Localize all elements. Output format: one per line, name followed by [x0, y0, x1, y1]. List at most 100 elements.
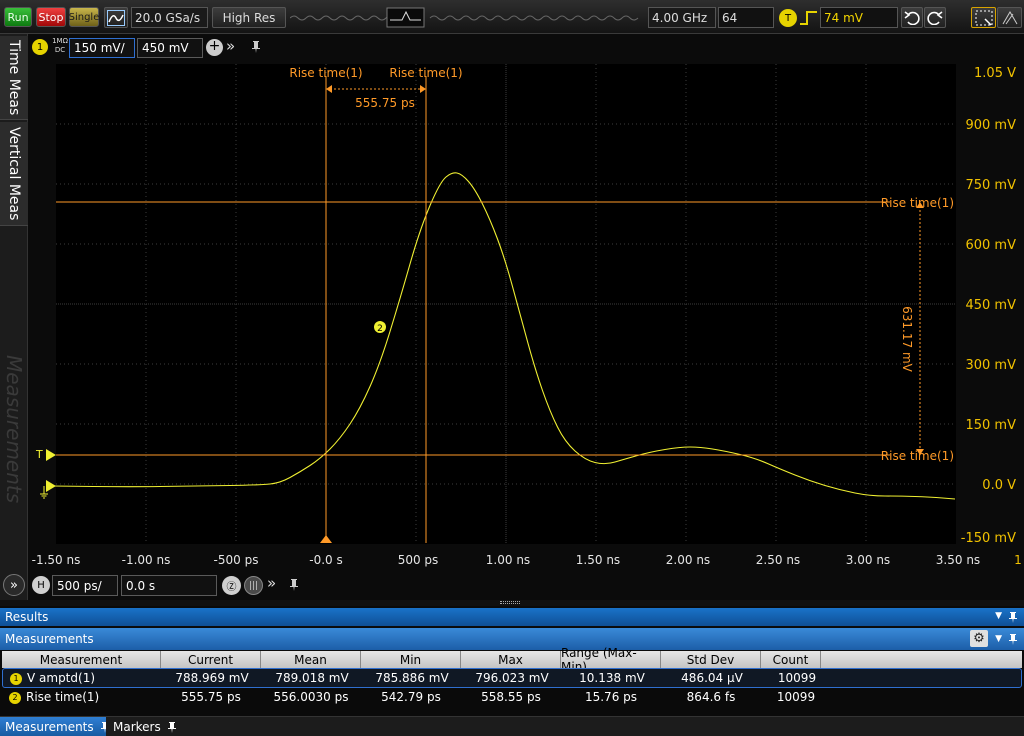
column-header-range[interactable]: Range (Max-Min) — [561, 646, 661, 674]
measurements-table: Measurement Current Mean Min Max Range (… — [0, 646, 1024, 716]
volt-delta-label: 631.17 mV — [900, 306, 914, 372]
time-scale-field[interactable]: 500 ps/ — [52, 575, 118, 596]
horizontal-badge[interactable]: H — [32, 576, 50, 594]
splitter-grip-icon — [500, 601, 520, 604]
double-chevron-right-icon: » — [267, 574, 277, 592]
autoscale-button[interactable] — [104, 7, 128, 28]
averages-field[interactable]: 64 — [718, 7, 774, 28]
expand-side-panel-button[interactable]: » — [3, 574, 25, 596]
run-button[interactable]: Run — [4, 7, 32, 27]
pin-icon[interactable] — [1008, 633, 1018, 645]
zoom-box-button[interactable] — [971, 7, 996, 28]
cell-std-dev: 864.6 fs — [686, 690, 736, 704]
trigger-badge[interactable]: T — [779, 9, 797, 27]
waveform-icon — [107, 9, 125, 26]
y-tick-label: 750 mV — [965, 178, 1016, 193]
cell-min: 785.886 mV — [375, 671, 449, 685]
pin-icon[interactable] — [167, 721, 177, 733]
x-tick-label: -1.50 ns — [32, 553, 81, 567]
cell-count: 10099 — [776, 690, 816, 704]
trigger-position-marker-icon[interactable] — [320, 535, 332, 543]
rising-edge-icon[interactable] — [799, 9, 819, 27]
bandwidth-field[interactable]: 4.00 GHz — [648, 7, 716, 28]
trigger-level-field[interactable]: 74 mV — [820, 7, 898, 28]
cell-min: 542.79 ps — [381, 690, 441, 704]
column-header-count[interactable]: Count — [761, 651, 821, 668]
graticule-grid — [56, 64, 956, 544]
segments-button[interactable]: ||| — [244, 576, 263, 595]
channel-1-trace — [51, 172, 956, 500]
overview-wave-icon — [289, 7, 639, 28]
redo-button[interactable] — [924, 7, 946, 28]
y-tick-label: -150 mV — [961, 531, 1016, 546]
tab-markers[interactable]: Markers — [108, 717, 178, 736]
column-header-current[interactable]: Current — [161, 651, 261, 668]
cell-current: 555.75 ps — [181, 690, 241, 704]
x-axis-ticks: -1.50 ns -1.00 ns -500 ps -0.0 s 500 ps … — [32, 553, 1022, 567]
pin-icon[interactable] — [288, 578, 300, 592]
x-tick-label: 1.50 ns — [576, 553, 620, 567]
cell-std-dev: 486.04 µV — [681, 671, 743, 685]
cell-range: 10.138 mV — [579, 671, 645, 685]
time-position-field[interactable]: 0.0 s — [121, 575, 217, 596]
chevron-down-icon[interactable]: ▼ — [995, 611, 1002, 621]
zoom-button[interactable]: Ⓩ — [222, 576, 241, 595]
y-tick-label: 1.05 V — [974, 66, 1016, 81]
results-header: Results ▼ — [0, 608, 1024, 626]
column-header-min[interactable]: Min — [361, 651, 461, 668]
redo-icon — [927, 10, 943, 25]
table-row[interactable]: 2 Rise time(1) 555.75 ps 556.0030 ps 542… — [2, 688, 1022, 708]
pin-icon[interactable] — [100, 721, 106, 733]
waveform-graticule[interactable]: 1.05 V 900 mV 750 mV 600 mV 450 mV 300 m… — [0, 34, 1024, 572]
y-axis-ticks: 1.05 V 900 mV 750 mV 600 mV 450 mV 300 m… — [961, 66, 1016, 546]
measurements-header: Measurements ⚙ ▼ — [0, 628, 1024, 650]
horizontal-expand-button[interactable]: » — [267, 574, 276, 592]
x-tick-label: 2.00 ns — [666, 553, 710, 567]
undo-icon — [904, 10, 920, 25]
trigger-level-arrow-icon[interactable] — [46, 449, 56, 461]
autoscale-view-button[interactable] — [997, 7, 1022, 28]
segments-icon: ||| — [248, 580, 259, 591]
cell-range: 15.76 ps — [584, 690, 638, 704]
chevron-down-icon[interactable]: ▼ — [995, 634, 1002, 644]
undo-button[interactable] — [901, 7, 923, 28]
cell-max: 558.55 ps — [481, 690, 541, 704]
x-tick-label: 3.00 ns — [846, 553, 890, 567]
sample-rate-field[interactable]: 20.0 GSa/s — [131, 7, 208, 28]
stop-button[interactable]: Stop — [36, 7, 66, 27]
measurements-title: Measurements — [5, 632, 94, 646]
cell-measurement: Rise time(1) — [26, 690, 100, 704]
cell-mean: 556.0030 ps — [273, 690, 349, 704]
column-header-std-dev[interactable]: Std Dev — [661, 651, 761, 668]
single-button[interactable]: Single — [69, 7, 99, 27]
tab-measurements-bottom[interactable]: Measurements — [0, 717, 106, 736]
tab-markers-label: Markers — [113, 720, 161, 734]
x-tick-label: 2.50 ns — [756, 553, 800, 567]
channel-1-ground-arrow-icon[interactable] — [46, 480, 56, 492]
bottom-tabs: Measurements Markers — [0, 716, 1024, 736]
pin-icon[interactable] — [1008, 611, 1018, 623]
cell-max: 796.023 mV — [475, 671, 549, 685]
x-tick-label: -500 ps — [214, 553, 259, 567]
table-row[interactable]: 1 V amptd(1) 788.969 mV 789.018 mV 785.8… — [2, 668, 1022, 688]
column-header-mean[interactable]: Mean — [261, 651, 361, 668]
x-tick-label: 500 ps — [398, 553, 439, 567]
cell-mean: 789.018 mV — [275, 671, 349, 685]
column-header-measurement[interactable]: Measurement — [2, 651, 161, 668]
x-tick-label: 3.50 ns — [936, 553, 980, 567]
waveform-marker-2-label: 2 — [377, 324, 383, 334]
column-header-blank — [821, 651, 1022, 668]
measurement-settings-button[interactable]: ⚙ — [970, 630, 988, 647]
cursor-label-right: Rise time(1) — [389, 66, 462, 80]
row-channel-badge: 1 — [10, 673, 22, 685]
cell-measurement: V amptd(1) — [27, 671, 96, 685]
gear-icon: ⚙ — [973, 631, 985, 646]
column-header-max[interactable]: Max — [461, 651, 561, 668]
rise-time-labels: Rise time(1) Rise time(1) 555.75 ps Rise… — [289, 66, 954, 463]
waveform-overview[interactable] — [289, 7, 646, 28]
rise-time-markers — [56, 76, 924, 543]
splitter[interactable] — [0, 600, 1024, 606]
acquisition-mode-button[interactable]: High Res — [212, 7, 286, 28]
cell-current: 788.969 mV — [175, 671, 249, 685]
x-tick-label: -1.00 ns — [122, 553, 171, 567]
